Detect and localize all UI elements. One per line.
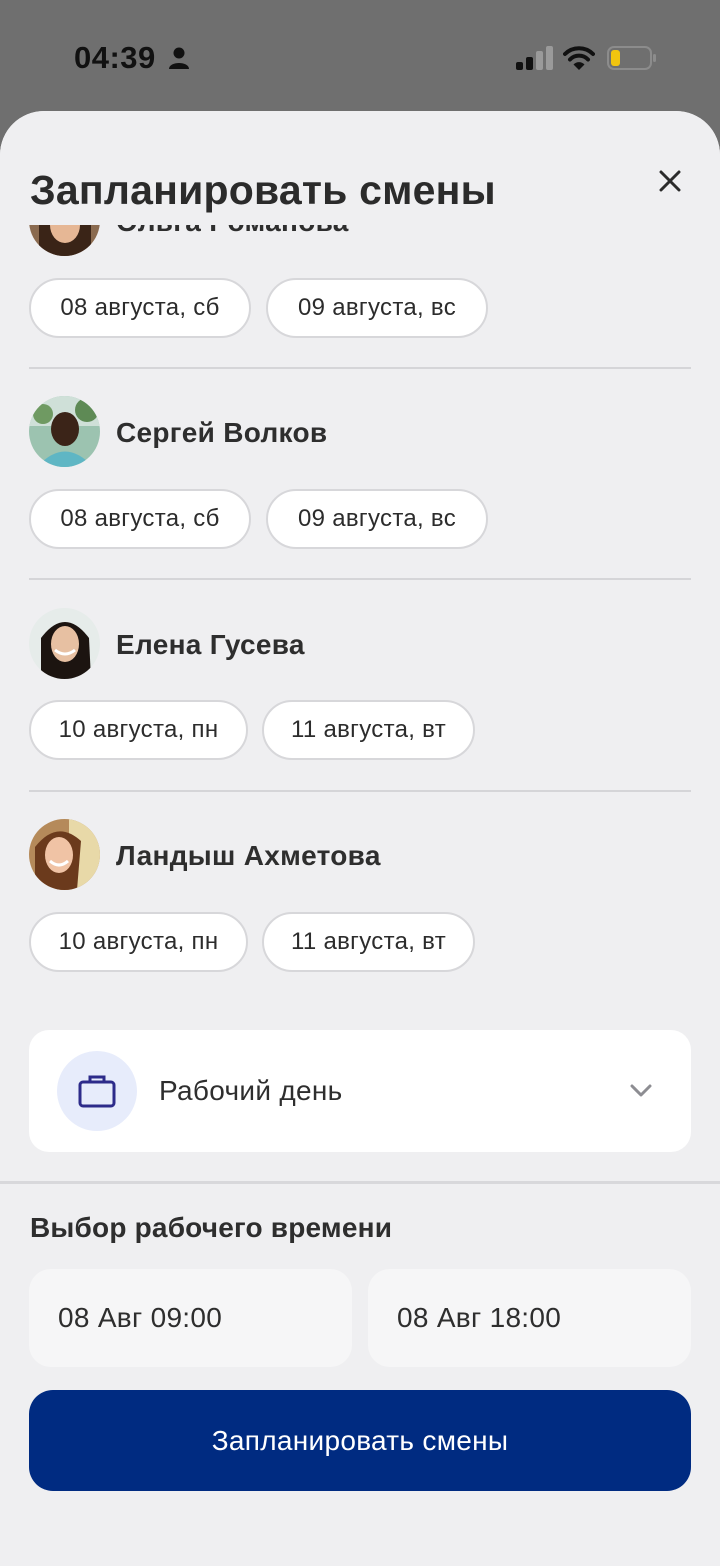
sheet-title: Запланировать смены	[30, 167, 496, 213]
shift-date-chip[interactable]: 09 августа, вс	[266, 489, 488, 549]
briefcase-icon-container	[57, 1051, 137, 1131]
status-time: 04:39	[74, 40, 156, 75]
end-time-field[interactable]: 08 Авг 18:00	[368, 1269, 691, 1367]
divider	[0, 1181, 720, 1184]
shift-date-chip[interactable]: 09 августа, вс	[266, 278, 488, 338]
shift-date-chip[interactable]: 11 августа, вт	[262, 912, 475, 972]
avatar	[29, 608, 100, 679]
employee-name: Елена Гусева	[116, 629, 305, 660]
status-bar: 04:39	[0, 0, 720, 112]
briefcase-icon	[78, 1075, 116, 1108]
shift-date-chip[interactable]: 08 августа, сб	[29, 278, 251, 338]
shift-type-label: Рабочий день	[159, 1075, 343, 1106]
cellular-signal-icon	[516, 46, 553, 70]
shift-date-chip[interactable]: 10 августа, пн	[29, 912, 248, 972]
divider	[29, 367, 691, 369]
schedule-shifts-sheet: Ольга Романова 08 августа, сб 09 августа…	[0, 111, 720, 1566]
sheet-header: Запланировать смены	[0, 111, 720, 225]
shift-type-select[interactable]: Рабочий день	[29, 1030, 691, 1152]
divider	[29, 790, 691, 792]
shift-date-chip[interactable]: 08 августа, сб	[29, 489, 251, 549]
avatar	[29, 819, 100, 890]
battery-icon	[607, 46, 656, 70]
start-time-field[interactable]: 08 Авг 09:00	[29, 1269, 352, 1367]
employee-name: Сергей Волков	[116, 417, 328, 448]
shift-date-chip[interactable]: 10 августа, пн	[29, 700, 248, 760]
divider	[29, 578, 691, 580]
shift-date-chip[interactable]: 11 августа, вт	[262, 700, 475, 760]
person-icon	[169, 47, 189, 69]
employee-list[interactable]: Ольга Романова 08 августа, сб 09 августа…	[0, 111, 720, 1181]
schedule-shifts-button[interactable]: Запланировать смены	[29, 1390, 691, 1491]
employee-name: Ландыш Ахметова	[116, 840, 381, 871]
wifi-icon	[563, 46, 595, 70]
close-icon	[659, 170, 681, 192]
close-button[interactable]	[650, 161, 690, 201]
avatar	[29, 396, 100, 467]
work-time-title: Выбор рабочего времени	[30, 1212, 393, 1243]
chevron-down-icon	[630, 1084, 652, 1097]
